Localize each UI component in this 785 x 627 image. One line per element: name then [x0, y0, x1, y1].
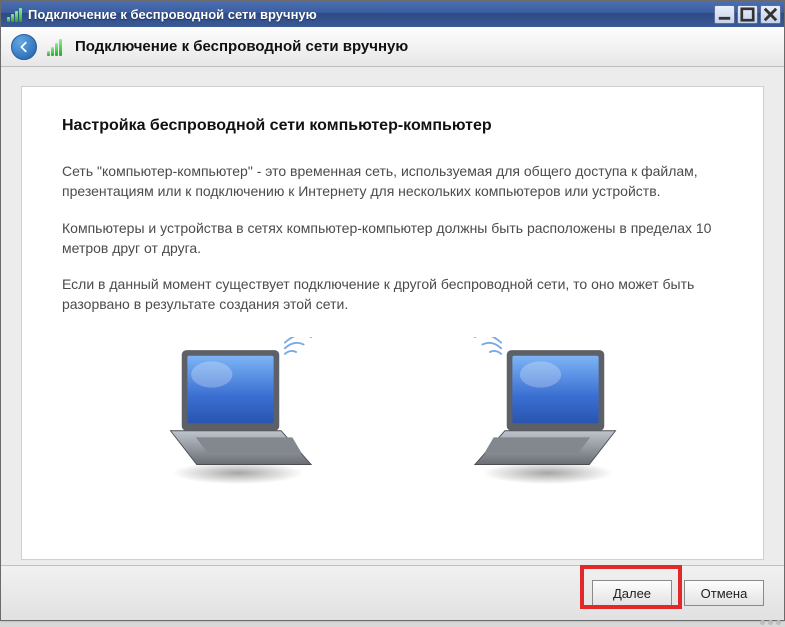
- description-paragraph-2: Компьютеры и устройства в сетях компьюте…: [62, 218, 723, 259]
- maximize-button[interactable]: [737, 5, 758, 24]
- content-panel: Настройка беспроводной сети компьютер-ко…: [21, 86, 764, 560]
- back-button[interactable]: [11, 34, 37, 60]
- next-button[interactable]: Далее: [592, 580, 672, 606]
- page-heading: Настройка беспроводной сети компьютер-ко…: [62, 117, 723, 135]
- sub-header: Подключение к беспроводной сети вручную: [1, 27, 784, 67]
- footer-bar: Далее Отмена: [1, 565, 784, 620]
- sub-header-title: Подключение к беспроводной сети вручную: [75, 38, 408, 55]
- page-indicator-dots: [760, 620, 781, 625]
- wizard-window: Подключение к беспроводной сети вручную …: [0, 0, 785, 621]
- description-paragraph-3: Если в данный момент существует подключе…: [62, 274, 723, 315]
- close-button[interactable]: [760, 5, 781, 24]
- wifi-signal-icon: [47, 38, 65, 56]
- laptop-right-icon: [463, 337, 633, 487]
- laptop-left-icon: [153, 337, 323, 487]
- wifi-signal-icon: [7, 6, 23, 22]
- description-paragraph-1: Сеть "компьютер-компьютер" - это временн…: [62, 161, 723, 202]
- laptops-illustration: [62, 337, 723, 487]
- window-controls: [714, 5, 781, 24]
- cancel-button[interactable]: Отмена: [684, 580, 764, 606]
- titlebar[interactable]: Подключение к беспроводной сети вручную: [1, 1, 784, 27]
- window-title: Подключение к беспроводной сети вручную: [28, 7, 714, 22]
- minimize-button[interactable]: [714, 5, 735, 24]
